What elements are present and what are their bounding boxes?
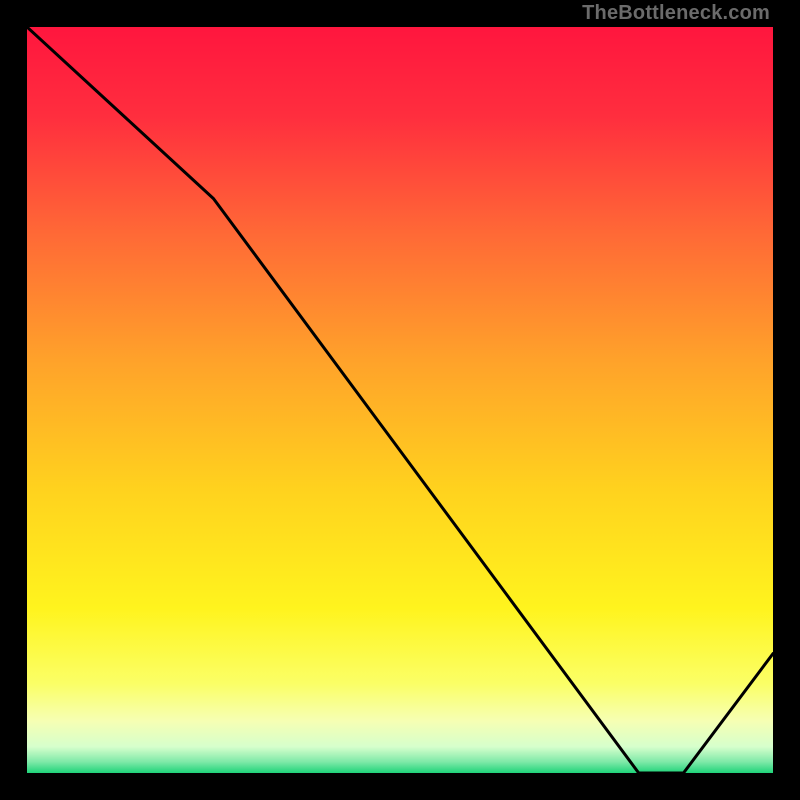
- bottleneck-curve: [27, 27, 773, 773]
- watermark-text: TheBottleneck.com: [582, 2, 770, 25]
- chart-frame: { "watermark": "TheBottleneck.com", "leg…: [0, 0, 800, 800]
- plot-area: [27, 27, 773, 773]
